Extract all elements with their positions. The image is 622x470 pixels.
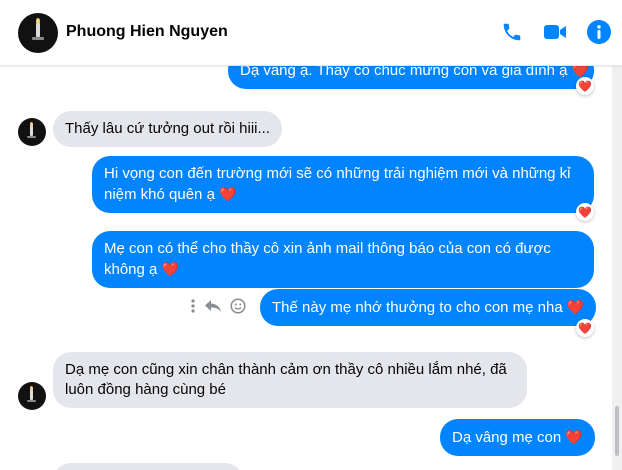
heart-emoji: ❤️	[161, 261, 179, 277]
outgoing-message[interactable]: Mẹ con có thể cho thầy cô xin ảnh mail t…	[92, 231, 594, 288]
more-options-icon[interactable]	[190, 298, 196, 319]
contact-avatar[interactable]	[18, 13, 58, 53]
scrollbar-thumb[interactable]	[615, 406, 619, 456]
message-text: Dạ mẹ con cũng xin chân thành cảm ơn thầ…	[65, 361, 507, 398]
video-camera-icon[interactable]	[541, 18, 569, 46]
heart-emoji: ❤️	[565, 429, 583, 445]
sender-avatar[interactable]	[18, 382, 46, 410]
heart-reaction[interactable]: ❤️	[576, 203, 594, 221]
emoji-react-icon[interactable]	[230, 298, 246, 319]
heart-icon: ❤️	[578, 322, 592, 335]
heart-reaction[interactable]: ❤️	[576, 77, 594, 95]
heart-icon: ❤️	[578, 80, 592, 93]
incoming-message[interactable]: Dạ mẹ con cũng xin chân thành cảm ơn thầ…	[53, 352, 527, 408]
outgoing-message[interactable]: Dạ vâng mẹ con ❤️	[440, 419, 595, 456]
message-text: Thấy lâu cứ tưởng out rồi hiii...	[65, 120, 271, 137]
reply-icon[interactable]	[204, 299, 222, 318]
message-text: Dạ vâng mẹ con	[452, 429, 562, 446]
heart-icon: ❤️	[578, 206, 592, 219]
message-hover-actions	[190, 298, 246, 319]
heart-emoji: ❤️	[219, 186, 237, 202]
contact-name[interactable]: Phuong Hien Nguyen	[66, 23, 228, 41]
phone-icon[interactable]	[498, 18, 526, 46]
outgoing-message[interactable]: Thế này mẹ nhớ thưởng to cho con mẹ nha …	[260, 289, 597, 326]
sender-avatar[interactable]	[18, 118, 46, 146]
message-text: Dạ vâng ạ. Thầy cô chúc mừng con và gia …	[240, 66, 568, 79]
outgoing-message[interactable]: Hi vọng con đến trường mới sẽ có những t…	[92, 156, 594, 213]
scrollbar[interactable]	[612, 66, 622, 470]
message-text: Thế này mẹ nhớ thưởng to cho con mẹ nha	[272, 299, 563, 316]
conversation-header: Phuong Hien Nguyen	[0, 0, 622, 66]
heart-reaction[interactable]: ❤️	[576, 319, 594, 337]
info-icon[interactable]	[585, 18, 613, 46]
heart-emoji: ❤️	[566, 299, 585, 315]
incoming-message-partial	[53, 463, 243, 470]
message-thread[interactable]: Dạ vâng ạ. Thầy cô chúc mừng con và gia …	[0, 66, 612, 470]
incoming-message[interactable]: Thấy lâu cứ tưởng out rồi hiii...	[53, 111, 283, 147]
outgoing-message[interactable]: Dạ vâng ạ. Thầy cô chúc mừng con và gia …	[228, 66, 594, 89]
message-text: Hi vọng con đến trường mới sẽ có những t…	[104, 165, 571, 203]
